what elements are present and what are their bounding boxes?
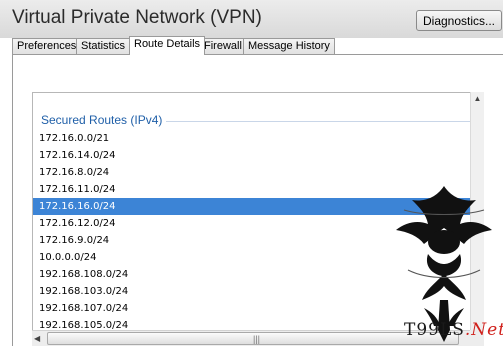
- chevron-up-icon[interactable]: ▲: [471, 92, 484, 106]
- tab-preferences[interactable]: Preferences: [12, 38, 82, 54]
- route-group-title: Secured Routes (IPv4): [41, 113, 167, 127]
- tab-statistics[interactable]: Statistics: [76, 38, 131, 54]
- diagnostics-button[interactable]: Diagnostics...: [416, 10, 502, 31]
- tab-firewall[interactable]: Firewall: [199, 38, 247, 54]
- tab-message-history[interactable]: Message History: [243, 38, 335, 54]
- watermark-accent: .Net: [464, 320, 503, 340]
- route-row[interactable]: 172.16.14.0/24: [33, 147, 470, 164]
- watermark-text: T99LS.Net: [404, 320, 503, 340]
- route-row[interactable]: 172.16.0.0/21: [33, 130, 470, 147]
- grip-icon: |||: [253, 334, 261, 344]
- route-row[interactable]: 172.16.8.0/24: [33, 164, 470, 181]
- tab-bar: Preferences Statistics Route Details Fir…: [12, 36, 503, 55]
- tab-divider: [12, 54, 503, 55]
- panel-border: [12, 54, 13, 346]
- route-group-header: Secured Routes (IPv4): [33, 113, 471, 129]
- window-header: Virtual Private Network (VPN) Diagnostic…: [0, 0, 503, 38]
- watermark-main: T99LS: [404, 320, 465, 340]
- tab-route-details[interactable]: Route Details: [129, 36, 206, 55]
- group-divider: [153, 121, 471, 122]
- window-title: Virtual Private Network (VPN): [12, 7, 262, 28]
- chevron-left-icon[interactable]: ◀: [34, 332, 40, 346]
